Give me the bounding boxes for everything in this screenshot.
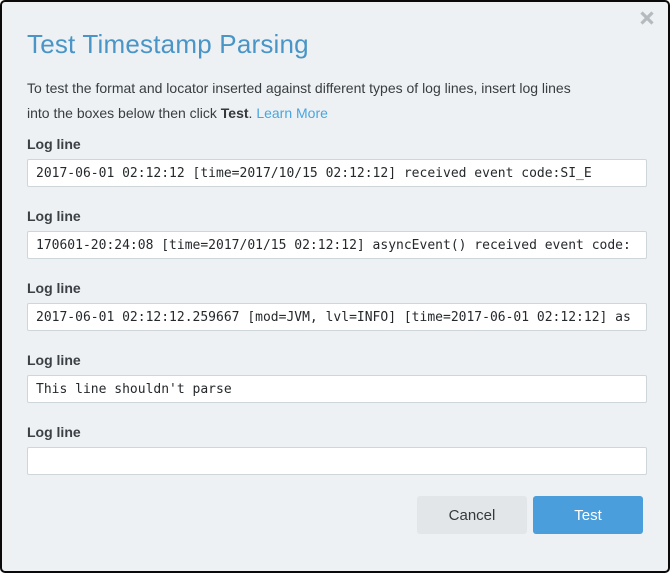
dialog-title: Test Timestamp Parsing bbox=[27, 28, 643, 60]
log-line-label: Log line bbox=[27, 208, 643, 225]
log-line-label: Log line bbox=[27, 424, 643, 441]
log-line-label: Log line bbox=[27, 352, 643, 369]
test-timestamp-parsing-dialog: { "dialog": { "title": "Test Timestamp P… bbox=[0, 0, 670, 573]
log-line-input-2[interactable] bbox=[27, 231, 647, 259]
learn-more-link[interactable]: Learn More bbox=[256, 105, 328, 121]
description-line1: To test the format and locator inserted … bbox=[27, 80, 571, 96]
log-line-input-5[interactable] bbox=[27, 447, 647, 475]
log-line-field-2: Log line bbox=[27, 208, 643, 259]
close-button[interactable] bbox=[637, 8, 657, 28]
log-line-input-3[interactable] bbox=[27, 303, 647, 331]
description-line2: into the boxes below then click bbox=[27, 105, 221, 121]
dialog-description: To test the format and locator inserted … bbox=[27, 76, 643, 126]
description-bold-test: Test bbox=[221, 105, 249, 121]
log-line-field-3: Log line bbox=[27, 280, 643, 331]
test-button[interactable]: Test bbox=[533, 496, 643, 534]
cancel-button[interactable]: Cancel bbox=[417, 496, 527, 534]
close-icon bbox=[639, 10, 655, 26]
log-line-input-1[interactable] bbox=[27, 159, 647, 187]
log-line-fields: Log line Log line Log line Log line Log … bbox=[27, 136, 643, 475]
log-line-input-4[interactable] bbox=[27, 375, 647, 403]
log-line-field-5: Log line bbox=[27, 424, 643, 475]
log-line-label: Log line bbox=[27, 136, 643, 153]
log-line-field-1: Log line bbox=[27, 136, 643, 187]
log-line-label: Log line bbox=[27, 280, 643, 297]
dialog-footer: Cancel Test bbox=[2, 496, 668, 534]
log-line-field-4: Log line bbox=[27, 352, 643, 403]
dialog-content: Test Timestamp Parsing To test the forma… bbox=[2, 28, 668, 475]
